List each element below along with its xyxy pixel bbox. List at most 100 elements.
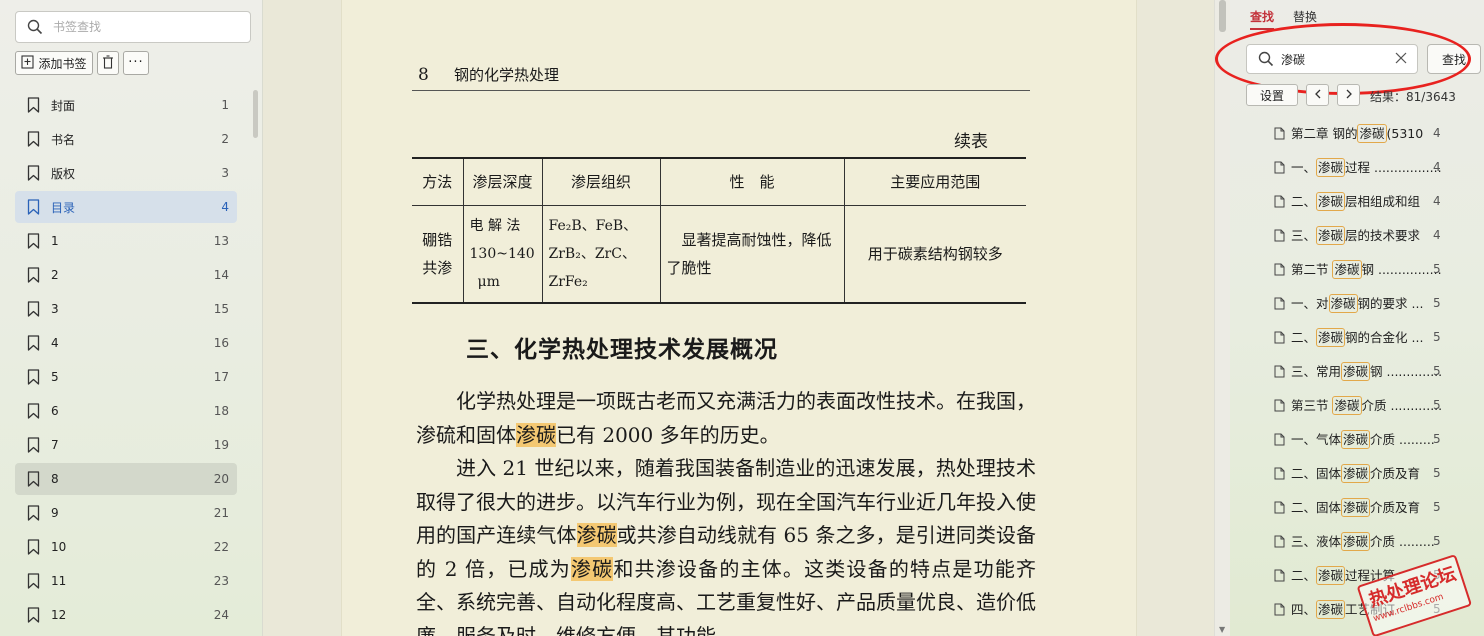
bookmark-item[interactable]: 10 22 — [15, 531, 237, 563]
more-options-button[interactable]: ··· — [123, 51, 149, 75]
bookmark-icon — [27, 97, 41, 113]
bookmark-icon — [27, 267, 41, 283]
snippet-text: 第三节 — [1291, 398, 1333, 413]
document-icon — [1274, 535, 1285, 548]
bookmark-item[interactable]: 1 13 — [15, 225, 237, 257]
snippet-match: 渗碳 — [1332, 260, 1362, 279]
bookmark-label: 版权 — [51, 166, 76, 181]
snippet-text: 钢的要求 ... — [1357, 296, 1424, 311]
result-snippet: 三、 渗碳 层的技术要求 — [1291, 225, 1441, 245]
search-result-item[interactable]: 二、固体 渗碳 介质及育 5 — [1230, 456, 1484, 490]
bookmark-label: 3 — [51, 302, 59, 316]
snippet-text: (5310 — [1386, 126, 1424, 141]
bookmark-page-number: 13 — [213, 234, 229, 248]
bookmark-page-number: 4 — [221, 200, 229, 214]
bookmark-item[interactable]: 5 17 — [15, 361, 237, 393]
document-icon — [1274, 297, 1285, 310]
bookmark-label: 4 — [51, 336, 59, 350]
bookmark-label: 2 — [51, 268, 59, 282]
document-icon — [1274, 331, 1285, 344]
bookmark-item[interactable]: 封面 1 — [15, 89, 237, 121]
search-result-item[interactable]: 一、气体 渗碳 介质 ......... 5 — [1230, 422, 1484, 456]
search-result-item[interactable]: 第二章 钢的 渗碳 (5310 4 — [1230, 116, 1484, 150]
search-result-item[interactable]: 二、固体 渗碳 介质及育 5 — [1230, 490, 1484, 524]
depth-line: 电 解 法 — [469, 217, 521, 234]
result-snippet: 二、固体 渗碳 介质及育 — [1291, 463, 1441, 483]
bookmark-page-number: 22 — [213, 540, 229, 554]
search-result-item[interactable]: 第二节 渗碳钢 .................. 5 — [1230, 252, 1484, 286]
snippet-text: 介质 ......... — [1370, 534, 1435, 549]
document-scrollbar[interactable]: ▼ — [1214, 0, 1230, 636]
bookmark-item[interactable]: 7 19 — [15, 429, 237, 461]
search-result-item[interactable]: 二、 渗碳 层相组成和组 4 — [1230, 184, 1484, 218]
scroll-down-arrow-icon[interactable]: ▼ — [1219, 625, 1225, 634]
result-page-number: 4 — [1433, 126, 1441, 140]
tab-find[interactable]: 查找 — [1250, 8, 1275, 30]
search-highlight: 渗碳 — [576, 523, 617, 547]
bookmark-search-input[interactable] — [53, 20, 243, 34]
bookmark-item[interactable]: 版权 3 — [15, 157, 237, 189]
snippet-text: 第二节 — [1291, 262, 1333, 277]
bookmark-item[interactable]: 书名 2 — [15, 123, 237, 155]
find-search-box[interactable] — [1246, 44, 1418, 74]
bookmark-icon — [27, 165, 41, 181]
bookmark-item[interactable]: 11 23 — [15, 565, 237, 597]
snippet-text: 过程 .................. — [1345, 160, 1441, 175]
snippet-text: 二、固体 — [1291, 466, 1342, 481]
bookmark-item[interactable]: 6 18 — [15, 395, 237, 427]
table-header-cell: 渗层深度 — [462, 158, 542, 206]
snippet-text: 介质 ......... — [1370, 432, 1435, 447]
settings-button[interactable]: 设置 — [1246, 84, 1298, 106]
next-result-button[interactable] — [1337, 84, 1360, 106]
table-header-cell: 渗层组织 — [541, 158, 660, 206]
add-bookmark-button[interactable]: 添加书签 — [15, 51, 93, 75]
result-page-number: 4 — [1433, 194, 1441, 208]
bookmark-page-number: 2 — [221, 132, 229, 146]
snippet-match: 渗碳 — [1328, 294, 1358, 313]
search-result-item[interactable]: 一、对 渗碳 钢的要求 ... 5 — [1230, 286, 1484, 320]
bookmark-item[interactable]: 2 14 — [15, 259, 237, 291]
snippet-match: 渗碳 — [1341, 498, 1371, 517]
table-cell-properties: 显著提高耐蚀性，降低了脆性 — [659, 205, 844, 303]
document-icon — [1274, 433, 1285, 446]
document-icon — [1274, 467, 1285, 480]
table-cell-application: 用于碳素结构钢较多 — [843, 205, 1026, 303]
bookmark-page-number: 24 — [213, 608, 229, 622]
bookmark-item[interactable]: 3 15 — [15, 293, 237, 325]
search-result-item[interactable]: 二、 渗碳 钢的合金化 ... 5 — [1230, 320, 1484, 354]
body-text: 化学热处理是一项既古老而又充满活力的表面改性技术。在我国，渗硫和固体渗碳已有 2… — [416, 385, 1036, 636]
find-button[interactable]: 查找 — [1427, 44, 1481, 74]
search-result-item[interactable]: 三、常用 渗碳钢 .............. 5 — [1230, 354, 1484, 388]
bookmark-item[interactable]: 8 20 — [15, 463, 237, 495]
document-icon — [1274, 263, 1285, 276]
bookmark-page-number: 19 — [213, 438, 229, 452]
table-cell-method: 硼锆共渗 — [422, 230, 453, 277]
add-bookmark-label: 添加书签 — [38, 56, 87, 71]
snippet-match: 渗碳 — [1316, 226, 1346, 245]
snippet-text: 介质及育 — [1370, 466, 1421, 481]
snippet-match: 渗碳 — [1316, 192, 1346, 211]
clear-icon[interactable] — [1395, 52, 1409, 66]
bookmark-item[interactable]: 9 21 — [15, 497, 237, 529]
search-result-item[interactable]: 三、 渗碳 层的技术要求 4 — [1230, 218, 1484, 252]
bookmark-item[interactable]: 目录 4 — [15, 191, 237, 223]
scrollbar-thumb[interactable] — [1219, 0, 1226, 32]
tab-replace[interactable]: 替换 — [1293, 8, 1317, 30]
snippet-text: 介质 .............. — [1361, 398, 1442, 413]
bookmark-item[interactable]: 12 24 — [15, 599, 237, 631]
result-page-number: 5 — [1433, 432, 1441, 446]
bookmark-item[interactable]: 4 16 — [15, 327, 237, 359]
table-cell-depth: 电 解 法 130~140 μm — [462, 205, 542, 303]
bookmark-page-number: 23 — [213, 574, 229, 588]
search-result-item[interactable]: 第三节 渗碳 介质 .............. 5 — [1230, 388, 1484, 422]
bookmark-search-box[interactable] — [15, 11, 251, 43]
find-input[interactable] — [1281, 52, 1387, 66]
document-viewer[interactable]: 8 钢的化学热处理 续表 方法 渗层深度 渗层组织 性 能 主要应用范围 硼锆共… — [263, 0, 1214, 636]
search-result-item[interactable]: 一、 渗碳 过程 .................. 4 — [1230, 150, 1484, 184]
previous-result-button[interactable] — [1306, 84, 1329, 106]
snippet-text: 三、液体 — [1291, 534, 1342, 549]
delete-bookmark-button[interactable] — [97, 51, 119, 75]
document-icon — [1274, 603, 1285, 616]
result-snippet: 一、对 渗碳 钢的要求 ... — [1291, 293, 1441, 313]
sidebar-scrollbar[interactable] — [253, 90, 258, 138]
